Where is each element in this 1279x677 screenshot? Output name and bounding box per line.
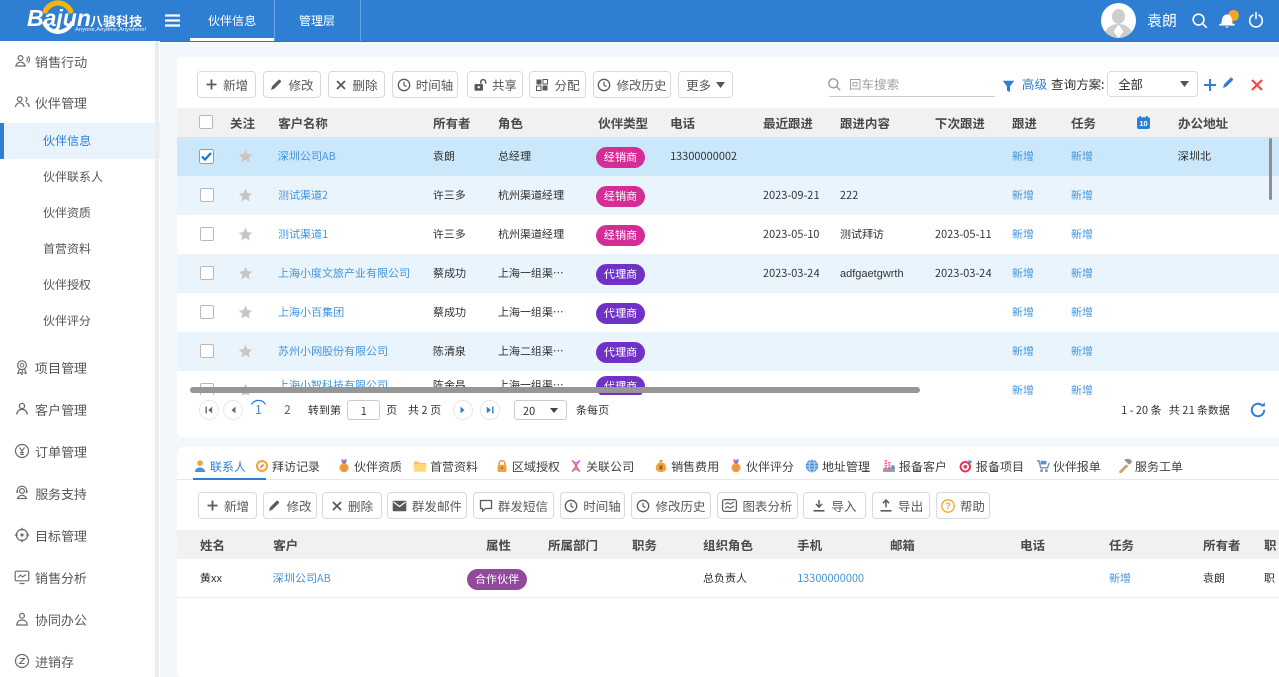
svg-text:10: 10: [1139, 119, 1147, 128]
svg-text:?: ?: [945, 501, 951, 511]
svg-text:¥: ¥: [659, 465, 663, 472]
